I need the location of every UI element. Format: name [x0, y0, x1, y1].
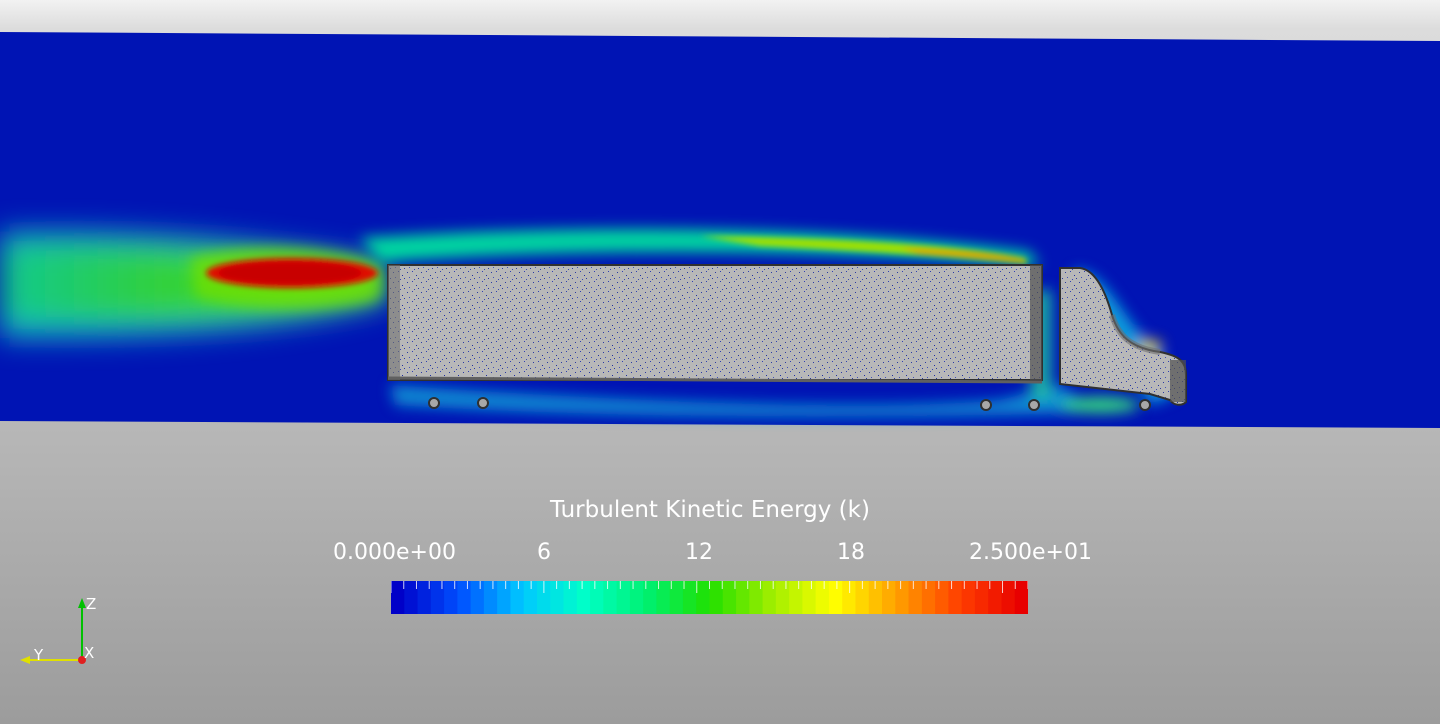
y-axis-arrow	[20, 656, 30, 664]
y-axis-label: Y	[33, 646, 44, 664]
colorbar-segment	[616, 581, 631, 614]
x-axis-label: X	[84, 644, 94, 662]
legend-tick-12: 12	[685, 540, 713, 565]
wake-hot-core	[206, 258, 378, 288]
colorbar-segment	[868, 581, 883, 614]
colorbar-segment	[682, 581, 697, 614]
colorbar-segment	[457, 581, 472, 614]
colorbar-segment	[483, 581, 498, 614]
colorbar-segment	[882, 581, 896, 614]
colorbar-segment	[802, 581, 817, 614]
colorbar-segment	[828, 581, 843, 614]
colorbar-segment	[550, 581, 565, 614]
orientation-axes[interactable]: Z Y X	[14, 592, 104, 672]
colorbar-segment	[1014, 581, 1028, 614]
colorbar-segment	[775, 581, 790, 614]
colorbar	[391, 581, 1028, 614]
z-axis-arrow	[78, 598, 86, 608]
colorbar-segment	[961, 581, 976, 614]
colorbar-segment	[444, 581, 458, 614]
colorbar-segment	[948, 581, 963, 614]
legend-title: Turbulent Kinetic Energy (k)	[550, 497, 870, 523]
legend-tick-6: 6	[537, 540, 551, 565]
flow-field-scene	[0, 32, 1440, 428]
colorbar-segment	[563, 581, 578, 614]
colorbar-segment	[391, 581, 405, 614]
colorbar-segment	[510, 581, 525, 614]
colorbar-segment	[430, 581, 445, 614]
trailer-body	[387, 264, 1043, 384]
colorbar-segment	[1001, 581, 1016, 614]
colorbar-segment	[709, 581, 724, 614]
colorbar-segment	[643, 581, 658, 614]
colorbar-segment	[629, 581, 644, 614]
colorbar-segment	[921, 581, 936, 614]
colorbar-segment	[497, 581, 512, 614]
colorbar-segment	[603, 581, 618, 614]
colorbar-segment	[789, 581, 803, 614]
colorbar-segment	[935, 581, 949, 614]
colorbar-segment	[749, 581, 764, 614]
colorbar-segment	[815, 581, 830, 614]
z-axis-label: Z	[86, 595, 96, 613]
colorbar-segment	[908, 581, 923, 614]
colorbar-segment	[590, 581, 604, 614]
colorbar-segment	[696, 581, 711, 614]
colorbar-segment	[895, 581, 910, 614]
legend-max-label: 2.500e+01	[969, 540, 1092, 565]
legend-tick-18: 18	[837, 540, 865, 565]
legend-min-label: 0.000e+00	[333, 540, 456, 565]
render-viewport[interactable]: Turbulent Kinetic Energy (k) 0.000e+00 6…	[0, 0, 1440, 724]
colorbar-segment	[470, 581, 485, 614]
colorbar-segment	[762, 581, 777, 614]
colorbar-segment	[576, 581, 591, 614]
